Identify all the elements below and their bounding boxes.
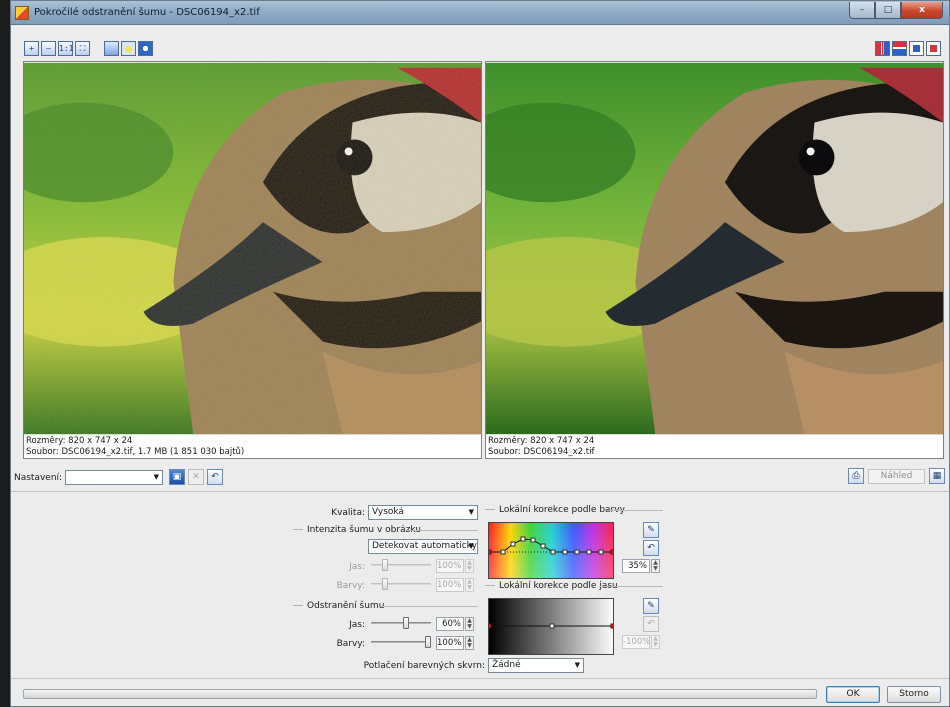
cancel-button[interactable]: Storno [887,686,941,703]
intensity-brightness-label: Jas: [349,562,365,572]
intensity-brightness-value: 100% [436,559,464,573]
ok-button[interactable]: OK [826,686,880,703]
printer-icon[interactable]: ⎙ [848,468,864,484]
chevron-down-icon: ▼ [468,542,474,550]
window-controls: – □ x [849,2,943,19]
divider [381,606,478,607]
noise-intensity-title: Intenzita šumu v obrázku [293,525,421,535]
brightness-correction-value: -100% [622,635,651,649]
original-dimensions: Rozměry: 820 x 747 x 24 [26,436,133,446]
layout-toolbar [875,41,941,56]
divider [11,491,949,492]
slider-thumb [382,578,388,590]
removal-brightness-slider[interactable] [371,617,431,629]
reset-brightness-curve-icon: ↶ [643,616,659,632]
color-spots-select[interactable]: Žádné ▼ [488,658,584,673]
compare-icon[interactable]: ▦ [929,468,945,484]
zoom-1-1-button[interactable]: 1:1 [58,41,73,56]
preview-dimensions: Rozměry: 820 x 747 x 24 [488,436,595,446]
divider [11,678,949,679]
slider-thumb[interactable] [425,636,431,648]
divider [607,510,663,511]
noise-detect-select[interactable]: Detekovat automaticky ▼ [368,539,478,554]
divider [599,586,663,587]
quality-label: Kvalita: [331,508,365,518]
preview-file-info: Soubor: DSC06194_x2.tif [488,447,595,457]
close-button[interactable]: x [901,2,943,19]
intensity-brightness-slider [371,559,431,571]
spinner-icon[interactable]: ▲ ▼ [465,636,474,650]
preview-image-pane[interactable]: Rozměry: 820 x 747 x 24 Soubor: DSC06194… [485,61,944,459]
brightness-picker-icon[interactable]: ✎ [643,598,659,614]
preset-select[interactable]: ▼ [65,470,163,485]
removal-brightness-label: Jas: [349,620,365,630]
single-view-red-icon[interactable] [926,41,941,56]
title-bar[interactable]: Pokročilé odstranění šumu - DSC06194_x2.… [11,1,949,25]
intensity-colors-value: 100% [436,578,464,592]
color-spots-value: Žádné [492,660,521,670]
original-image-pane[interactable]: Rozměry: 820 x 747 x 24 Soubor: DSC06194… [23,61,482,459]
chevron-down-icon: ▼ [153,473,159,481]
color-spots-label: Potlačení barevných skvrn: [363,661,485,671]
removal-colors-value[interactable]: 100% [436,636,464,650]
view-toolbar: + – 1:1 ⛶ [24,41,153,56]
noise-removal-title: Odstranění šumu [293,601,384,611]
removal-colors-label: Barvy: [336,639,365,649]
split-horizontal-icon[interactable] [892,41,907,56]
reset-icon[interactable]: ↶ [207,469,223,485]
intensity-colors-slider [371,578,431,590]
original-file-info: Soubor: DSC06194_x2.tif, 1.7 MB (1 851 0… [26,447,245,457]
image-icon[interactable] [104,41,119,56]
quality-value: Vysoká [372,507,405,517]
divider [407,530,478,531]
preview-image-info: Rozměry: 820 x 747 x 24 Soubor: DSC06194… [488,436,594,458]
brightness-curve [489,599,613,654]
original-image-info: Rozměry: 820 x 747 x 24 Soubor: DSC06194… [26,436,244,458]
brightness-correction-title: Lokální korekce podle jasu [485,581,618,591]
chevron-down-icon: ▼ [468,508,474,516]
color-picker-icon[interactable]: ✎ [643,522,659,538]
preview-button: Náhled [868,469,925,484]
single-view-blue-icon[interactable] [909,41,924,56]
removal-colors-slider[interactable] [371,636,431,648]
slider-thumb[interactable] [403,617,409,629]
zoom-out-button[interactable]: – [41,41,56,56]
color-curve-editor[interactable] [488,522,614,579]
quality-select[interactable]: Vysoká ▼ [368,505,478,520]
spinner-icon: ▲ ▼ [651,635,660,649]
brightness-curve-editor[interactable] [488,598,614,655]
preset-label: Nastavení: [14,473,63,483]
minimize-button[interactable]: – [849,2,875,19]
color-correction-title: Lokální korekce podle barvy [485,505,625,515]
preview-photo [486,62,943,435]
spinner-icon: ▲ ▼ [465,559,474,573]
progress-bar [23,689,817,699]
spinner-icon: ▲ ▼ [465,578,474,592]
removal-brightness-value[interactable]: 60% [436,617,464,631]
window-title: Pokročilé odstranění šumu - DSC06194_x2.… [34,7,260,18]
spinner-icon[interactable]: ▲ ▼ [465,617,474,631]
slider-thumb [382,559,388,571]
save-preset-icon[interactable]: ▣ [169,469,185,485]
zoom-fit-button[interactable]: ⛶ [75,41,90,56]
zoom-in-button[interactable]: + [24,41,39,56]
dialog-window: Pokročilé odstranění šumu - DSC06194_x2.… [10,0,950,707]
info-icon[interactable] [138,41,153,56]
maximize-button[interactable]: □ [875,2,901,19]
app-icon [15,6,29,20]
spinner-icon[interactable]: ▲ ▼ [651,559,660,573]
color-correction-value[interactable]: 35% [622,559,650,573]
chevron-down-icon: ▼ [574,661,580,669]
sun-icon[interactable] [121,41,136,56]
intensity-colors-label: Barvy: [336,581,365,591]
reset-color-curve-icon[interactable]: ↶ [643,540,659,556]
color-curve [489,523,613,578]
delete-preset-icon: ✕ [188,469,204,485]
original-photo [24,62,481,435]
noise-detect-value: Detekovat automaticky [372,541,477,551]
split-vertical-icon[interactable] [875,41,890,56]
